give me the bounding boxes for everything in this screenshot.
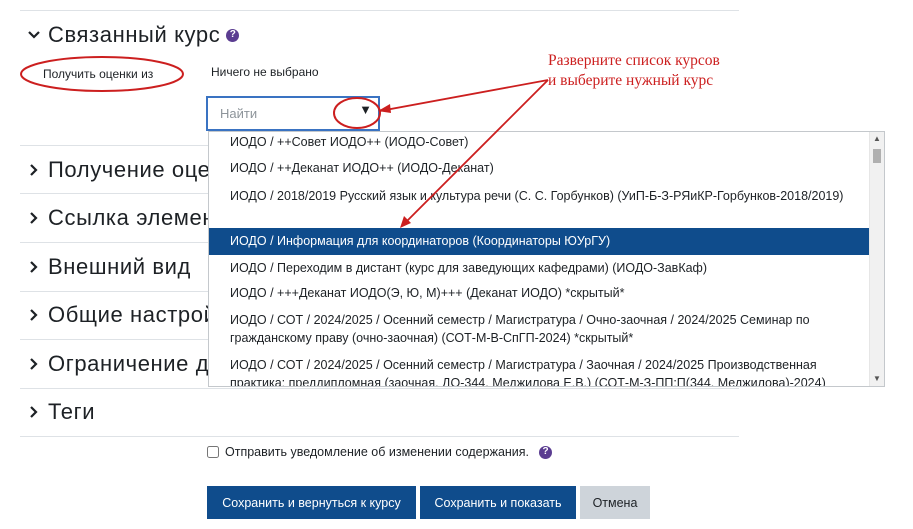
dropdown-arrow-icon[interactable]: ▼	[359, 103, 372, 116]
dropdown-option[interactable]: ИОДО / СОТ / 2024/2025 / Осенний семестр…	[209, 356, 870, 386]
chevron-down-icon	[20, 28, 48, 42]
course-dropdown-list[interactable]: ИОДО / ++Совет ИОДО++ (ИОДО-Совет) ИОДО …	[208, 131, 885, 387]
section-common-settings[interactable]: Общие настройки	[20, 300, 240, 330]
dropdown-option[interactable]: ИОДО / 2018/2019 Русский язык и культура…	[209, 185, 870, 225]
chevron-right-icon	[20, 163, 48, 177]
section-title: Внешний вид	[48, 254, 191, 279]
dropdown-scrollbar[interactable]: ▲ ▼	[869, 132, 884, 386]
scroll-down-arrow-icon[interactable]: ▼	[870, 372, 884, 386]
section-appearance[interactable]: Внешний вид	[20, 252, 191, 282]
grades-from-label: Получить оценки из	[43, 67, 154, 81]
dropdown-option[interactable]: ИОДО / ++Деканат ИОДО++ (ИОДО-Деканат)	[209, 158, 870, 178]
chevron-right-icon	[20, 357, 48, 371]
annotation-line-to-arrow	[379, 79, 549, 112]
dropdown-option[interactable]: ИОДО / +++Деканат ИОДО(Э, Ю, М)+++ (Дека…	[209, 283, 870, 303]
section-title: Теги	[48, 399, 96, 424]
separator	[20, 388, 739, 389]
notify-checkbox[interactable]	[207, 446, 219, 458]
annotation-text: Разверните список курсов и выберите нужн…	[548, 51, 720, 91]
section-tags[interactable]: Теги	[20, 397, 95, 427]
dropdown-option[interactable]: ИОДО / ++Совет ИОДО++ (ИОДО-Совет)	[209, 132, 870, 152]
separator	[20, 10, 739, 11]
chevron-right-icon	[20, 211, 48, 225]
dropdown-option[interactable]: ИОДО / СОТ / 2024/2025 / Осенний семестр…	[209, 311, 870, 351]
selected-value-text: Ничего не выбрано	[211, 65, 319, 79]
chevron-right-icon	[20, 405, 48, 419]
dropdown-option[interactable]: ИОДО / Переходим в дистант (курс для зав…	[209, 258, 870, 278]
course-search-box[interactable]: ▼	[206, 96, 380, 131]
section-title: Связанный курс	[48, 22, 221, 47]
annotation-line-2: и выберите нужный курс	[548, 72, 714, 89]
annotation-line-1: Разверните список курсов	[548, 52, 720, 69]
section-linked-course[interactable]: Связанный курс ?	[20, 20, 240, 50]
help-icon[interactable]: ?	[539, 445, 553, 459]
dropdown-option-selected[interactable]: ИОДО / Информация для координаторов (Коо…	[209, 228, 870, 255]
separator	[20, 436, 739, 437]
scroll-up-arrow-icon[interactable]: ▲	[870, 132, 884, 146]
cancel-button[interactable]: Отмена	[580, 486, 650, 519]
chevron-right-icon	[20, 308, 48, 322]
save-return-button[interactable]: Сохранить и вернуться к курсу	[207, 486, 416, 519]
save-show-button[interactable]: Сохранить и показать	[420, 486, 576, 519]
scroll-thumb[interactable]	[873, 149, 881, 163]
section-element-link[interactable]: Ссылка элемента	[20, 203, 238, 233]
notify-row: Отправить уведомление об изменении содер…	[207, 445, 553, 459]
help-icon[interactable]: ?	[226, 28, 240, 42]
course-search-input[interactable]	[208, 98, 340, 129]
notify-label: Отправить уведомление об изменении содер…	[225, 445, 530, 459]
chevron-right-icon	[20, 260, 48, 274]
